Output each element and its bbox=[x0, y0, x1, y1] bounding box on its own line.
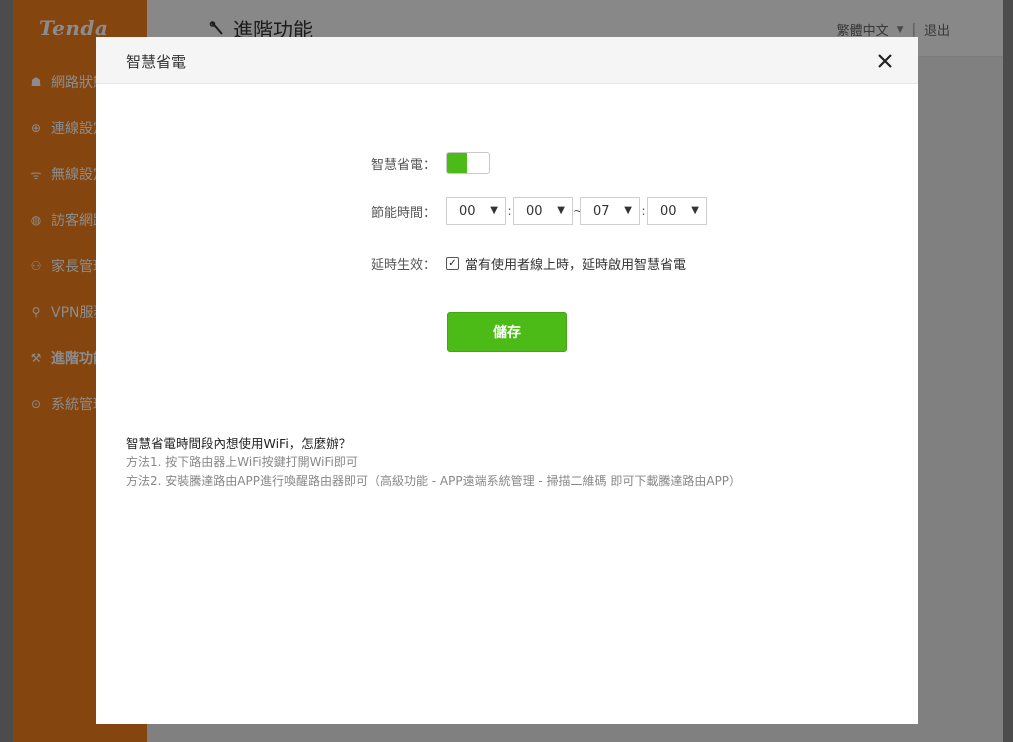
help-question: 智慧省電時間段內想使用WiFi，怎麼辦？ bbox=[126, 436, 352, 451]
chevron-down-icon: ▼ bbox=[490, 205, 498, 216]
chevron-down-icon: ▼ bbox=[624, 205, 632, 216]
enable-row: 智慧省電： bbox=[356, 152, 490, 174]
chevron-down-icon: ▼ bbox=[557, 205, 565, 216]
end-hour-select[interactable]: 07 ▼ bbox=[580, 197, 640, 225]
start-minute-select[interactable]: 00 ▼ bbox=[513, 197, 573, 225]
start-hour-select[interactable]: 00 ▼ bbox=[446, 197, 506, 225]
time-label: 節能時間： bbox=[370, 205, 436, 221]
colon-separator: : bbox=[507, 204, 512, 218]
end-minute-value: 00 bbox=[660, 203, 677, 219]
delay-row: 延時生效： ✓ 當有使用者線上時，延時啟用智慧省電 bbox=[356, 254, 686, 273]
end-hour-value: 07 bbox=[593, 203, 610, 219]
delay-label: 延時生效： bbox=[370, 258, 436, 273]
end-minute-select[interactable]: 00 ▼ bbox=[647, 197, 707, 225]
start-minute-value: 00 bbox=[526, 203, 543, 219]
toggle-on-knob bbox=[447, 153, 467, 173]
time-row: 節能時間： 00 ▼ : 00 ▼ ~ 07 ▼ : 00 ▼ bbox=[356, 197, 707, 225]
delay-text: 當有使用者線上時，延時啟用智慧省電 bbox=[465, 258, 687, 273]
power-save-toggle[interactable] bbox=[446, 152, 490, 174]
help-method-1: 方法1. 按下路由器上WiFi按鍵打開WiFi即可 bbox=[126, 455, 358, 469]
help-method-2: 方法2. 安裝騰達路由APP進行喚醒路由器即可（高級功能 - APP遠端系統管理… bbox=[126, 474, 742, 488]
help-section: 智慧省電時間段內想使用WiFi，怎麼辦？ 方法1. 按下路由器上WiFi按鍵打開… bbox=[126, 434, 741, 491]
dialog-header: 智慧省電 bbox=[96, 37, 918, 84]
dialog-title: 智慧省電 bbox=[126, 53, 187, 71]
chevron-down-icon: ▼ bbox=[691, 205, 699, 216]
close-icon[interactable] bbox=[874, 50, 896, 72]
delay-checkbox[interactable]: ✓ bbox=[446, 257, 459, 270]
tilde-separator: ~ bbox=[573, 204, 584, 218]
save-button[interactable]: 儲存 bbox=[447, 312, 567, 352]
smart-power-save-dialog: 智慧省電 智慧省電： 節能時間： 00 ▼ : 00 ▼ ~ 07 ▼ : 00… bbox=[96, 37, 918, 724]
colon-separator: : bbox=[641, 204, 646, 218]
start-hour-value: 00 bbox=[459, 203, 476, 219]
enable-label: 智慧省電： bbox=[370, 157, 436, 173]
